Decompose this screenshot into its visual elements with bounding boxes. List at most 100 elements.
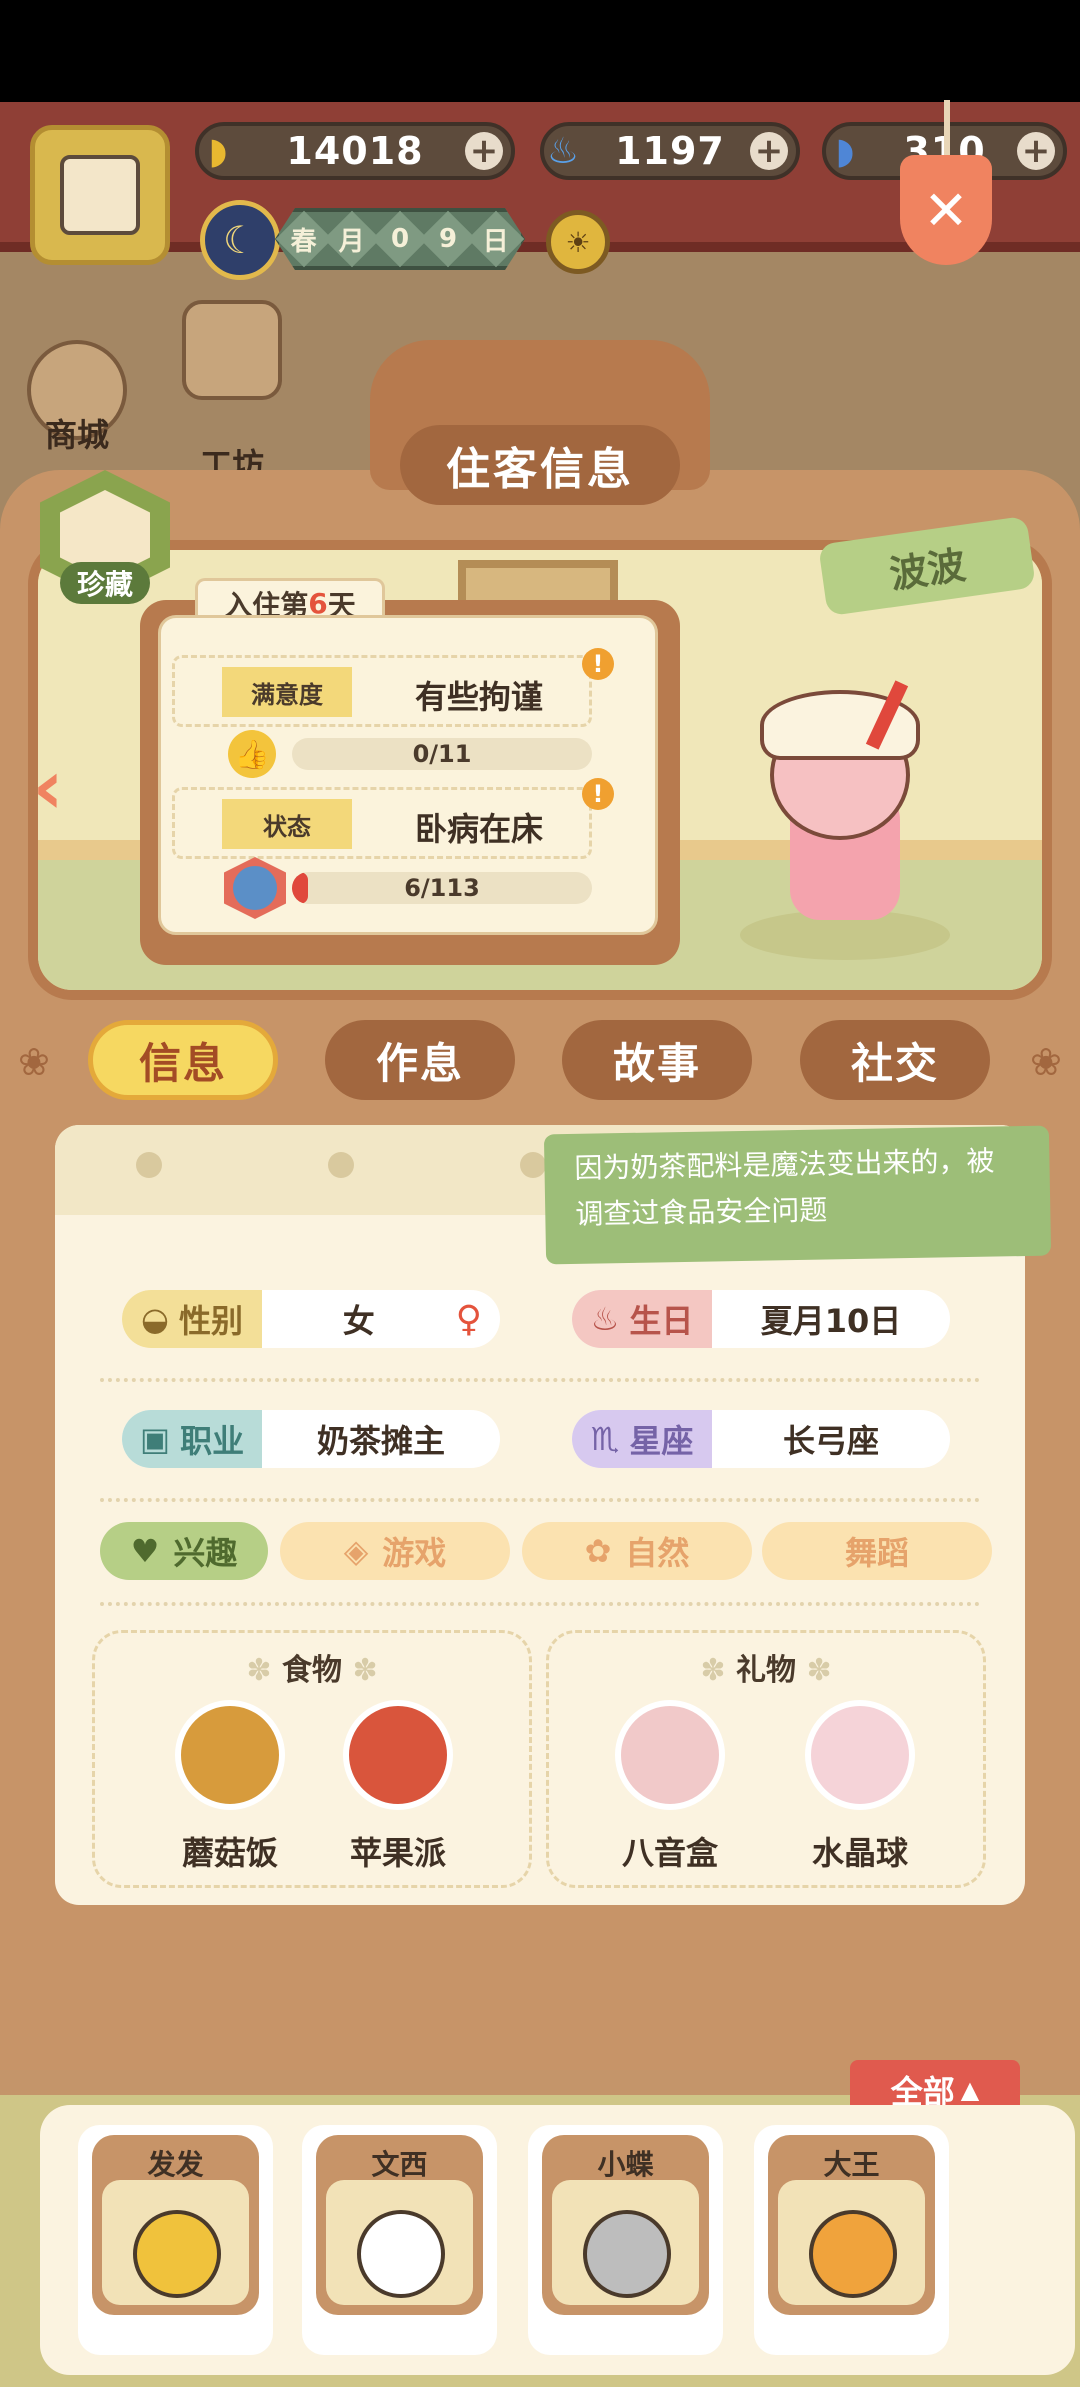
zodiac-icon: ♏ bbox=[590, 1420, 620, 1458]
close-button[interactable]: ✕ bbox=[900, 155, 992, 265]
gift-item[interactable]: 八音盒 bbox=[600, 1700, 740, 1874]
zodiac-label: 星座 bbox=[629, 1422, 694, 1460]
paw-icon: ❀ bbox=[1030, 1040, 1062, 1084]
divider bbox=[100, 1498, 980, 1502]
add-blue-banana-button[interactable]: + bbox=[1017, 132, 1055, 170]
birthday-value: 夏月10日 bbox=[760, 1302, 902, 1340]
resident-card[interactable]: 发发 bbox=[78, 2125, 273, 2355]
gamepad-icon: ◈ bbox=[343, 1532, 369, 1570]
moon-icon: ☾ bbox=[200, 200, 280, 280]
gift-item[interactable]: 水晶球 bbox=[790, 1700, 930, 1874]
cat-icon: ◒ bbox=[141, 1300, 169, 1338]
apple-pie-icon bbox=[343, 1700, 453, 1810]
workshop-icon bbox=[182, 300, 282, 400]
birthday-field: ♨ 生日 夏月10日 bbox=[572, 1290, 950, 1348]
satisfaction-alert-icon[interactable]: ! bbox=[582, 648, 614, 680]
sheet-hole bbox=[520, 1152, 546, 1178]
resident-name: 小蝶 bbox=[597, 2148, 654, 2181]
gift-title: ✽ 礼物 ✽ bbox=[700, 1653, 832, 1688]
job-label: 职业 bbox=[180, 1422, 245, 1460]
flame-amount: 1197 bbox=[615, 129, 725, 173]
banana-counter: ◗ 14018 + bbox=[195, 122, 515, 180]
job-value: 奶茶摊主 bbox=[316, 1422, 445, 1460]
hobby-dance: 舞蹈 bbox=[762, 1522, 992, 1580]
banana-icon: ◗ bbox=[208, 130, 228, 172]
tab-info[interactable]: 信息 bbox=[88, 1020, 278, 1100]
thumbs-up-icon: 👍 bbox=[228, 730, 276, 778]
treasure-button[interactable]: 珍藏 bbox=[40, 470, 170, 604]
shop-label: 商城 bbox=[44, 416, 109, 454]
hobby-label-box: ♥ 兴趣 bbox=[100, 1522, 268, 1580]
mushroom-rice-icon bbox=[175, 1700, 285, 1810]
hobby-game-label: 游戏 bbox=[382, 1534, 447, 1572]
close-icon: ✕ bbox=[923, 178, 969, 242]
tab-schedule[interactable]: 作息 bbox=[325, 1020, 515, 1100]
gift-title-text: 礼物 bbox=[736, 1653, 796, 1688]
resident-name: 发发 bbox=[147, 2148, 204, 2181]
status-progress-bar: 6/113 bbox=[292, 872, 592, 904]
panel-title: 住客信息 bbox=[400, 425, 680, 505]
close-string bbox=[944, 100, 950, 160]
hobby-game: ◈ 游戏 bbox=[280, 1522, 510, 1580]
zodiac-field: ♏ 星座 长弓座 bbox=[572, 1410, 950, 1468]
food-name: 蘑菇饭 bbox=[181, 1834, 278, 1872]
resident-note: 因为奶茶配料是魔法变出来的，被调查过食品安全问题 bbox=[543, 1125, 1052, 1265]
resident-card[interactable]: 文西 bbox=[302, 2125, 497, 2355]
tiger-resident-avatar bbox=[809, 2210, 897, 2298]
paw-icon: ❀ bbox=[18, 1040, 50, 1084]
briefcase-icon: ▣ bbox=[139, 1420, 171, 1458]
game-date: 春 月 0 9 日 bbox=[275, 208, 525, 270]
add-flame-button[interactable]: + bbox=[750, 132, 788, 170]
resident-card[interactable]: 小蝶 bbox=[528, 2125, 723, 2355]
divider bbox=[100, 1378, 980, 1382]
status-alert-icon[interactable]: ! bbox=[582, 778, 614, 810]
player-avatar[interactable] bbox=[30, 125, 170, 265]
resident-name: 大王 bbox=[823, 2148, 880, 2181]
satisfaction-progress-bar: 0/11 bbox=[292, 738, 592, 770]
hobby-nature: ✿ 自然 bbox=[522, 1522, 752, 1580]
hobby-label: 兴趣 bbox=[173, 1534, 238, 1572]
resident-name: 文西 bbox=[371, 2148, 428, 2181]
food-item[interactable]: 苹果派 bbox=[328, 1700, 468, 1874]
sun-weather-icon[interactable]: ☀ bbox=[546, 210, 610, 274]
triangle-up-icon: ▲ bbox=[960, 2076, 980, 2104]
blue-banana-icon: ◗ bbox=[835, 130, 855, 172]
previous-resident-button[interactable]: ‹ bbox=[8, 740, 88, 832]
gender-field: ◒ 性别 女 ♀ bbox=[122, 1290, 500, 1348]
sheet-hole bbox=[328, 1152, 354, 1178]
tab-story[interactable]: 故事 bbox=[562, 1020, 752, 1100]
avatar-face bbox=[60, 155, 140, 235]
birthday-label: 生日 bbox=[629, 1302, 694, 1340]
flower-icon: ✿ bbox=[584, 1532, 612, 1570]
moth-resident-avatar bbox=[583, 2210, 671, 2298]
gender-label-box: ◒ 性别 bbox=[122, 1290, 262, 1348]
divider bbox=[100, 1602, 980, 1606]
satisfaction-progress-text: 0/11 bbox=[412, 740, 472, 768]
mouse-resident-avatar bbox=[357, 2210, 445, 2298]
tab-social[interactable]: 社交 bbox=[800, 1020, 990, 1100]
cake-icon: ♨ bbox=[590, 1300, 620, 1338]
status-progress-text: 6/113 bbox=[404, 874, 480, 902]
job-label-box: ▣ 职业 bbox=[122, 1410, 262, 1468]
sunflower-resident-avatar bbox=[133, 2210, 221, 2298]
hobby-dance-label: 舞蹈 bbox=[844, 1534, 909, 1572]
treasure-label: 珍藏 bbox=[60, 562, 150, 604]
food-title: ✽ 食物 ✽ bbox=[246, 1653, 378, 1688]
add-banana-button[interactable]: + bbox=[465, 132, 503, 170]
status-value: 卧病在床 bbox=[415, 810, 544, 848]
blue-flame-icon: ♨ bbox=[546, 130, 580, 172]
gender-label: 性别 bbox=[178, 1302, 243, 1340]
food-name: 苹果派 bbox=[349, 1834, 446, 1872]
crystal-ball-icon bbox=[805, 1700, 915, 1810]
music-box-icon bbox=[615, 1700, 725, 1810]
gift-name: 八音盒 bbox=[621, 1834, 718, 1872]
resident-card[interactable]: 大王 bbox=[754, 2125, 949, 2355]
gift-name: 水晶球 bbox=[811, 1834, 908, 1872]
status-label: 状态 bbox=[222, 799, 352, 849]
flame-counter: ♨ 1197 + bbox=[540, 122, 800, 180]
food-item[interactable]: 蘑菇饭 bbox=[160, 1700, 300, 1874]
sheet-hole bbox=[136, 1152, 162, 1178]
workshop-button[interactable]: 工坊 bbox=[172, 300, 292, 484]
shop-button[interactable]: 商城 bbox=[22, 340, 132, 460]
zodiac-value: 长弓座 bbox=[782, 1422, 879, 1460]
